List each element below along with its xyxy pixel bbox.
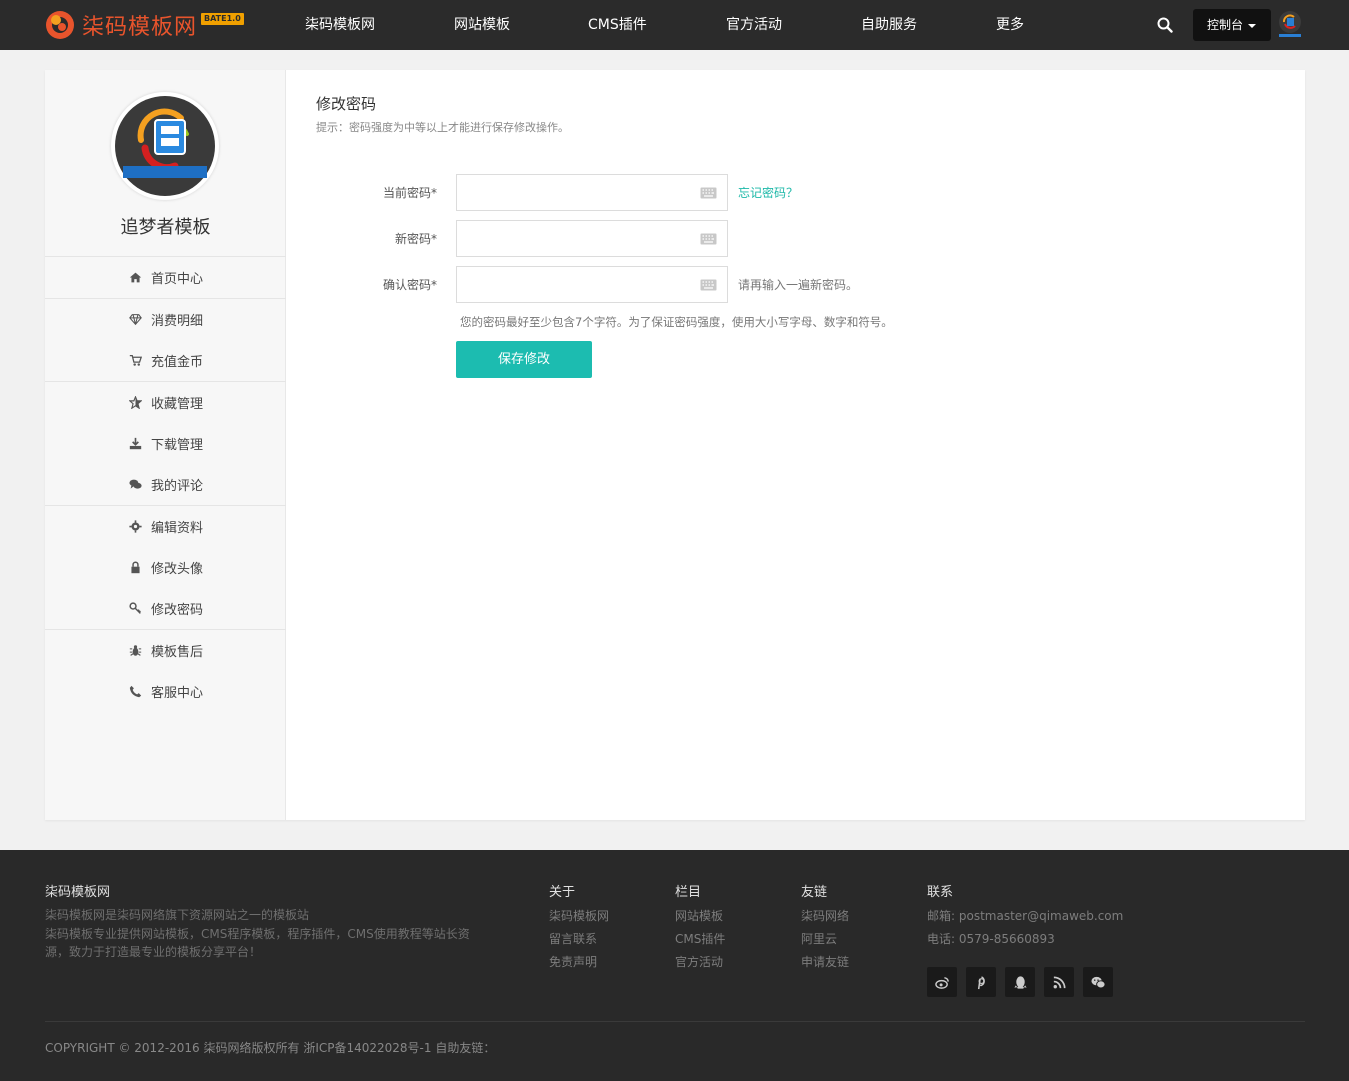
nav-item-templates[interactable]: 网站模板 xyxy=(454,0,510,50)
top-navbar: 柒码模板网 BATE1.0 柒码模板网 网站模板 CMS插件 官方活动 自助服务… xyxy=(0,0,1349,50)
download-icon xyxy=(128,437,144,451)
footer-link[interactable]: 柒码模板网 xyxy=(549,907,609,924)
lock-icon xyxy=(128,561,144,575)
footer-column-title: 友链 xyxy=(801,885,828,900)
nav-item-home[interactable]: 柒码模板网 xyxy=(305,0,375,50)
footer-about-line: 柒码模板网是柒码网络旗下资源网站之一的模板站 xyxy=(45,908,310,922)
sidebar-item-label: 首页中心 xyxy=(150,272,203,287)
sidebar-item-change-password[interactable]: 修改密码 xyxy=(45,588,286,629)
footer-about-title: 柒码模板网 xyxy=(45,885,111,900)
sidebar-item-recharge[interactable]: 充值金币 xyxy=(45,340,286,381)
current-password-field[interactable] xyxy=(456,174,728,211)
nav-item-activities[interactable]: 官方活动 xyxy=(726,0,782,50)
phone-icon xyxy=(128,685,144,699)
sidebar-item-label: 我的评论 xyxy=(150,479,203,494)
sidebar-item-after-sales[interactable]: 模板售后 xyxy=(45,630,286,671)
footer-column-title: 栏目 xyxy=(675,885,702,900)
sidebar-item-label: 修改头像 xyxy=(150,562,203,577)
qq-icon[interactable] xyxy=(1005,967,1035,997)
gear-icon xyxy=(128,520,144,534)
pinterest-icon[interactable] xyxy=(966,967,996,997)
wechat-icon[interactable] xyxy=(1083,967,1113,997)
nav-item-more[interactable]: 更多 xyxy=(996,0,1024,50)
sidebar-item-label: 下载管理 xyxy=(150,438,203,453)
logo-mark-icon xyxy=(44,9,76,41)
bug-icon xyxy=(128,644,144,658)
footer-divider xyxy=(45,1021,1305,1022)
footer-link[interactable]: 官方活动 xyxy=(675,953,723,970)
footer-email: 邮箱: postmaster@qimaweb.com xyxy=(927,909,1124,923)
search-icon[interactable] xyxy=(1157,17,1173,33)
diamond-icon xyxy=(128,313,144,327)
home-icon xyxy=(128,271,144,285)
site-footer: 柒码模板网 柒码模板网是柒码网络旗下资源网站之一的模板站 柒码模板专业提供网站模… xyxy=(0,850,1349,1081)
sidebar-item-label: 模板售后 xyxy=(150,645,203,660)
user-center-panel: 追梦者模板 首页中心 消费明细 充值金币 收藏管理 下载管理 我的评论 编辑资料… xyxy=(45,70,1305,820)
new-password-label: 新密码* xyxy=(394,232,437,246)
confirm-password-field[interactable] xyxy=(456,266,728,303)
sidebar-item-label: 收藏管理 xyxy=(150,397,203,412)
user-sidebar: 追梦者模板 首页中心 消费明细 充值金币 收藏管理 下载管理 我的评论 编辑资料… xyxy=(45,70,286,820)
sidebar-item-consumption[interactable]: 消费明细 xyxy=(45,299,286,340)
footer-link[interactable]: CMS插件 xyxy=(675,930,725,947)
console-label: 控制台 xyxy=(1207,18,1244,32)
user-avatar[interactable] xyxy=(1276,9,1304,39)
keyboard-icon[interactable] xyxy=(700,279,717,291)
site-logo[interactable]: 柒码模板网 BATE1.0 xyxy=(44,8,244,42)
forgot-password-link[interactable]: 忘记密码？ xyxy=(738,184,798,201)
password-strength-tip: 您的密码最好至少包含7个字符。为了保证密码强度，使用大小写字母、数字和符号。 xyxy=(460,315,893,329)
confirm-password-hint: 请再输入一遍新密码。 xyxy=(738,278,859,292)
footer-link[interactable]: 阿里云 xyxy=(801,930,837,947)
sidebar-item-label: 客服中心 xyxy=(150,686,203,701)
caret-down-icon xyxy=(1248,23,1257,28)
version-badge: BATE1.0 xyxy=(201,13,244,25)
sidebar-item-label: 修改密码 xyxy=(150,603,203,618)
rss-icon[interactable] xyxy=(1044,967,1074,997)
change-password-form: 修改密码 提示：密码强度为中等以上才能进行保存修改操作。 当前密码* 忘记密码？… xyxy=(287,70,1305,820)
page-title: 修改密码 xyxy=(316,95,377,113)
profile-avatar[interactable] xyxy=(111,92,219,200)
cart-icon xyxy=(128,354,144,368)
footer-phone: 电话: 0579-85660893 xyxy=(927,932,1055,946)
console-dropdown-button[interactable]: 控制台 xyxy=(1193,9,1271,41)
new-password-field[interactable] xyxy=(456,220,728,257)
nav-item-cms-plugins[interactable]: CMS插件 xyxy=(588,0,647,50)
keyboard-icon[interactable] xyxy=(700,233,717,245)
sidebar-item-comments[interactable]: 我的评论 xyxy=(45,464,286,505)
footer-copyright: COPYRIGHT © 2012-2016 柒码网络版权所有 浙ICP备1402… xyxy=(45,1041,496,1055)
sidebar-item-label: 消费明细 xyxy=(150,314,203,329)
footer-link[interactable]: 留言联系 xyxy=(549,930,597,947)
footer-link[interactable]: 申请友链 xyxy=(801,953,849,970)
save-button[interactable]: 保存修改 xyxy=(456,341,592,378)
profile-name: 追梦者模板 xyxy=(120,217,211,238)
footer-link[interactable]: 网站模板 xyxy=(675,907,723,924)
key-icon xyxy=(128,602,144,616)
comments-icon xyxy=(128,478,144,492)
sidebar-item-home[interactable]: 首页中心 xyxy=(45,257,286,298)
footer-about-line: 源，致力于打造最专业的模板分享平台！ xyxy=(45,945,262,959)
footer-link[interactable]: 免责声明 xyxy=(549,953,597,970)
sidebar-item-label: 编辑资料 xyxy=(150,521,203,536)
nav-item-self-service[interactable]: 自助服务 xyxy=(861,0,917,50)
sidebar-item-edit-profile[interactable]: 编辑资料 xyxy=(45,506,286,547)
weibo-icon[interactable] xyxy=(927,967,957,997)
brand-name: 柒码模板网 xyxy=(82,15,198,40)
sidebar-item-customer-service[interactable]: 客服中心 xyxy=(45,671,286,712)
footer-link[interactable]: 柒码网络 xyxy=(801,907,849,924)
current-password-label: 当前密码* xyxy=(382,186,437,200)
footer-about-line: 柒码模板专业提供网站模板，CMS程序模板，程序插件，CMS使用教程等站长资 xyxy=(45,927,470,941)
confirm-password-label: 确认密码* xyxy=(382,278,437,292)
page-hint: 提示：密码强度为中等以上才能进行保存修改操作。 xyxy=(316,121,569,134)
footer-column-title: 关于 xyxy=(549,885,576,900)
sidebar-item-favorites[interactable]: 收藏管理 xyxy=(45,382,286,423)
sidebar-item-change-avatar[interactable]: 修改头像 xyxy=(45,547,286,588)
footer-contact-title: 联系 xyxy=(927,885,954,900)
sidebar-item-label: 充值金币 xyxy=(150,355,203,370)
star-icon xyxy=(128,396,144,410)
keyboard-icon[interactable] xyxy=(700,187,717,199)
sidebar-item-downloads[interactable]: 下载管理 xyxy=(45,423,286,464)
